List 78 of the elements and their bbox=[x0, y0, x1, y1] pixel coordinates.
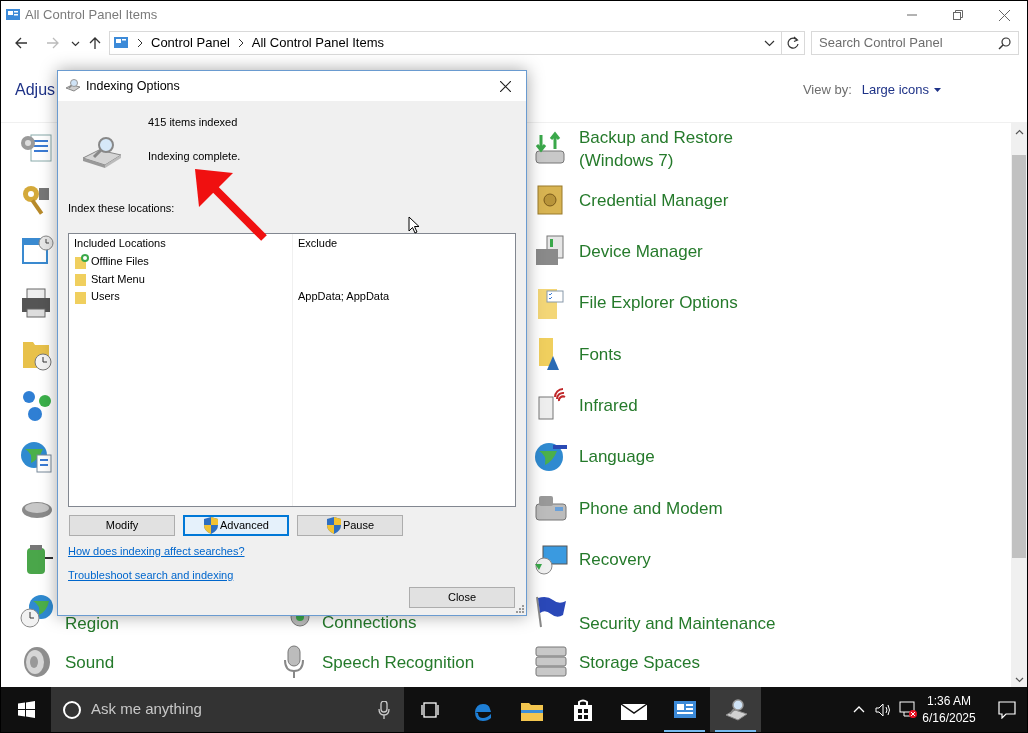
up-button[interactable] bbox=[87, 35, 103, 51]
up-arrow-icon bbox=[88, 36, 102, 50]
dialog-close-text-button[interactable]: Close bbox=[409, 586, 515, 608]
taskbar-app-button[interactable] bbox=[710, 687, 761, 732]
view-by-dropdown[interactable]: Large icons bbox=[861, 79, 941, 100]
restore-icon bbox=[953, 10, 963, 20]
circle-icon bbox=[62, 699, 82, 720]
resize-grip-icon bbox=[515, 604, 524, 613]
applet-link[interactable]: File Explorer Options bbox=[533, 284, 738, 321]
applet-link[interactable]: Fonts bbox=[533, 336, 622, 373]
applet-link[interactable]: Recovery bbox=[533, 541, 651, 578]
close-icon bbox=[499, 80, 511, 92]
help-link[interactable]: Troubleshoot search and indexing bbox=[68, 567, 234, 584]
table-cell-text: Start Menu bbox=[91, 271, 145, 287]
breadcrumb-item[interactable]: Control Panel bbox=[151, 33, 230, 53]
folder-sync-icon bbox=[74, 253, 89, 269]
globe-clock-icon bbox=[19, 592, 55, 629]
locations-list[interactable]: Included Locations Exclude Offline Files Start Menu Users AppData; AppData bbox=[68, 232, 516, 507]
cursor-icon bbox=[408, 216, 420, 234]
network-disconnected-icon bbox=[898, 700, 918, 719]
dialog-button[interactable]: Advanced bbox=[183, 514, 289, 536]
task-view-icon bbox=[420, 701, 439, 718]
caret-down-icon bbox=[70, 39, 80, 47]
dialog-button[interactable]: Modify bbox=[69, 514, 175, 536]
column-header[interactable]: Exclude bbox=[293, 234, 338, 252]
clock-button[interactable]: 1:36 AM 6/16/2025 bbox=[921, 687, 977, 732]
applet-link[interactable]: Language bbox=[533, 438, 655, 475]
refresh-icon bbox=[786, 36, 800, 50]
back-arrow-icon bbox=[14, 36, 28, 50]
caret-up-icon bbox=[853, 705, 865, 714]
applet-link[interactable]: Infrared bbox=[533, 387, 638, 424]
speaker-icon bbox=[874, 701, 892, 718]
applet-link[interactable]: Storage Spaces bbox=[533, 644, 700, 681]
page-heading: Adjus bbox=[15, 79, 56, 100]
speech-bubble-icon bbox=[998, 700, 1016, 719]
help-link[interactable]: How does indexing affect searches? bbox=[68, 542, 245, 559]
applet-link[interactable]: Device Manager bbox=[533, 233, 703, 270]
applet-link[interactable]: Speech Recognition bbox=[276, 644, 475, 681]
search-field[interactable]: Search Control Panel bbox=[811, 31, 1019, 55]
search-icon bbox=[998, 36, 1011, 50]
dialog-button[interactable]: Pause bbox=[297, 514, 403, 536]
folder-icon bbox=[74, 271, 89, 287]
close-icon bbox=[998, 9, 1010, 21]
back-button[interactable] bbox=[13, 35, 29, 51]
applet-link[interactable]: Sound bbox=[19, 644, 115, 681]
caret-down-icon bbox=[764, 39, 775, 47]
forward-arrow-icon bbox=[46, 36, 60, 50]
control-panel-icon bbox=[113, 35, 129, 51]
locations-label: Index these locations: bbox=[68, 201, 176, 216]
table-cell-text: Offline Files bbox=[91, 254, 149, 269]
applet-link[interactable]: Security and Maintenance bbox=[533, 586, 776, 636]
taskbar-search-field[interactable]: Ask me anything bbox=[51, 687, 404, 732]
scrollbar[interactable] bbox=[1011, 123, 1027, 688]
control-panel-icon bbox=[5, 7, 21, 23]
breadcrumb-item[interactable]: All Control Panel Items bbox=[251, 33, 384, 53]
address-bar[interactable]: Control Panel All Control Panel Items bbox=[109, 31, 805, 55]
applet-link[interactable]: Backup and Restore (Windows 7) bbox=[533, 125, 734, 172]
drive-magnifier-icon bbox=[65, 78, 81, 94]
window-title: All Control Panel Items bbox=[25, 6, 158, 25]
column-header[interactable]: Included Locations bbox=[69, 234, 293, 252]
table-cell-text: Users bbox=[91, 289, 120, 304]
drive-magnifier-icon bbox=[81, 136, 123, 170]
view-by-label: View by: bbox=[802, 80, 852, 99]
search-placeholder: Search Control Panel bbox=[819, 34, 943, 53]
windows-logo-icon bbox=[17, 701, 35, 718]
indexing-status: Indexing complete. bbox=[148, 148, 241, 164]
applet-link[interactable]: Phone and Modem bbox=[533, 490, 723, 527]
chevron-right-icon bbox=[137, 38, 143, 48]
applet-link[interactable]: Region bbox=[19, 586, 119, 636]
applet-link[interactable]: Credential Manager bbox=[533, 182, 729, 219]
table-cell: AppData; AppData bbox=[298, 290, 390, 302]
dialog-title: Indexing Options bbox=[86, 77, 180, 95]
caret-down-icon bbox=[934, 87, 941, 92]
chevron-right-icon bbox=[237, 38, 244, 48]
microphone-icon bbox=[378, 700, 390, 719]
scrollbar-thumb[interactable] bbox=[1012, 155, 1026, 558]
items-indexed-count: 415 items indexed bbox=[148, 115, 239, 130]
search-placeholder: Ask me anything bbox=[91, 699, 202, 720]
